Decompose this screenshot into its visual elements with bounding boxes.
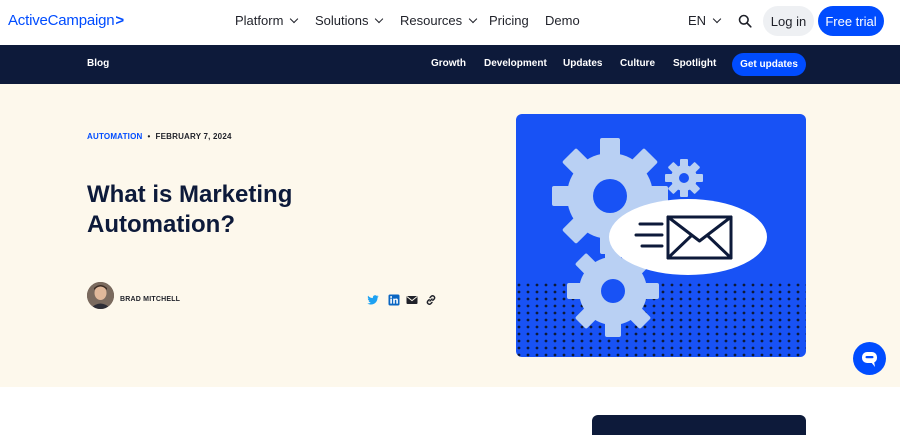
article-meta: AUTOMATION • FEBRUARY 7, 2024 xyxy=(87,132,232,141)
menu-item-resources[interactable]: Resources xyxy=(400,13,478,28)
sidebar-card xyxy=(592,415,806,435)
search-icon[interactable] xyxy=(738,14,752,28)
chevron-down-icon xyxy=(290,14,299,23)
menu-item-demo[interactable]: Demo xyxy=(545,13,580,28)
chevron-down-icon xyxy=(468,14,478,23)
get-updates-button[interactable]: Get updates xyxy=(732,53,806,76)
menu-item-label: Demo xyxy=(545,13,580,28)
article-title: What is Marketing Automation? xyxy=(87,181,293,238)
author-photo xyxy=(87,282,114,309)
chevron-down-icon xyxy=(712,14,722,23)
gears-envelope-illustration xyxy=(516,138,806,357)
subnav-link-spotlight[interactable]: Spotlight xyxy=(673,58,716,69)
category-link[interactable]: AUTOMATION xyxy=(87,132,142,141)
publish-date: FEBRUARY 7, 2024 xyxy=(155,132,232,141)
article-hero-illustration xyxy=(516,114,806,357)
menu-item-label: Platform xyxy=(235,13,284,28)
chat-bubble-icon xyxy=(862,352,877,367)
activecampaign-logo[interactable]: ActiveCampaign> xyxy=(8,12,124,29)
login-button[interactable]: Log in xyxy=(763,6,814,36)
email-icon[interactable] xyxy=(406,294,418,306)
logo-text: ActiveCampaign xyxy=(8,12,115,29)
blog-home-link[interactable]: Blog xyxy=(87,58,109,69)
menu-item-label: Resources xyxy=(400,13,463,28)
author-name[interactable]: BRAD MITCHELL xyxy=(120,296,180,303)
twitter-icon[interactable] xyxy=(367,294,379,306)
menu-item-label: Pricing xyxy=(489,13,529,28)
menu-item-label: Solutions xyxy=(315,13,369,28)
menu-item-solutions[interactable]: Solutions xyxy=(315,13,384,28)
menu-item-platform[interactable]: Platform xyxy=(235,13,299,28)
meta-separator: • xyxy=(147,132,151,141)
subnav-link-culture[interactable]: Culture xyxy=(620,58,655,69)
chat-widget-button[interactable] xyxy=(853,342,886,375)
top-navigation: ActiveCampaign> Platform Solutions Resou… xyxy=(0,0,900,45)
chevron-down-icon xyxy=(375,14,384,23)
subnav-link-growth[interactable]: Growth xyxy=(431,58,466,69)
language-label: EN xyxy=(688,13,707,28)
linkedin-icon[interactable] xyxy=(388,294,400,306)
author-avatar[interactable] xyxy=(87,282,114,309)
menu-item-pricing[interactable]: Pricing xyxy=(489,13,529,28)
language-selector[interactable]: EN xyxy=(688,13,722,28)
link-icon[interactable] xyxy=(425,294,437,306)
subnav-link-updates[interactable]: Updates xyxy=(563,58,602,69)
subnav-link-development[interactable]: Development xyxy=(484,58,547,69)
logo-chevron-icon: > xyxy=(115,12,124,29)
free-trial-button[interactable]: Free trial xyxy=(818,6,884,36)
